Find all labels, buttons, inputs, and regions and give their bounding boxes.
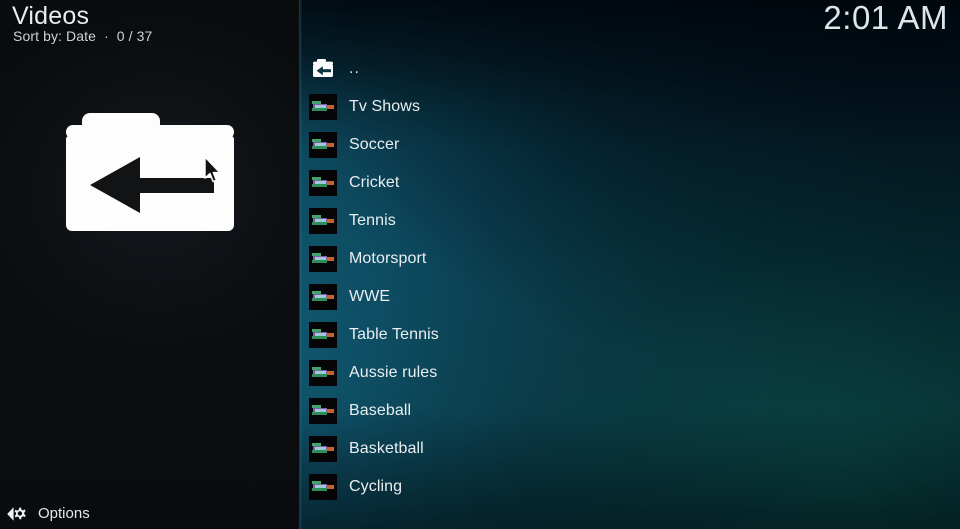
folder-thumb-icon	[309, 208, 337, 234]
list-item-label: Aussie rules	[349, 364, 438, 381]
list-item[interactable]: Soccer	[300, 126, 960, 164]
thumb-logo	[311, 443, 335, 455]
folder-thumb-icon	[309, 360, 337, 386]
list-item-label: Basketball	[349, 440, 424, 457]
folder-thumb-icon	[309, 246, 337, 272]
list-item-label: WWE	[349, 288, 391, 305]
thumb-logo	[311, 481, 335, 493]
folder-thumb-icon	[309, 132, 337, 158]
thumb-logo	[311, 291, 335, 303]
folder-thumb-icon	[309, 474, 337, 500]
folder-thumb-icon	[309, 284, 337, 310]
list-item[interactable]: Aussie rules	[300, 354, 960, 392]
thumb-logo	[311, 177, 335, 189]
arrow-shaft	[136, 178, 214, 193]
arrow-head	[90, 157, 140, 213]
parent-folder-icon	[309, 56, 337, 82]
mouse-pointer-icon	[204, 156, 221, 183]
thumb-logo	[311, 139, 335, 151]
list-item-label: Cycling	[349, 478, 403, 495]
sort-and-count-label[interactable]: Sort by: Date · 0 / 37	[13, 27, 152, 45]
options-label: Options	[38, 505, 90, 522]
back-arrow-icon	[90, 157, 214, 213]
thumb-logo	[311, 405, 335, 417]
list-item-label: Soccer	[349, 136, 400, 153]
clock: 2:01 AM	[823, 0, 948, 36]
thumb-logo	[311, 101, 335, 113]
list-item[interactable]: Motorsport	[300, 240, 960, 278]
list-item-label: Table Tennis	[349, 326, 439, 343]
thumb-logo	[311, 367, 335, 379]
list-item[interactable]: Table Tennis	[300, 316, 960, 354]
thumb-logo	[311, 329, 335, 341]
file-list[interactable]: .. Tv Shows Soccer Cricket Tennis Motors…	[300, 50, 960, 506]
list-item[interactable]: WWE	[300, 278, 960, 316]
left-info-panel	[0, 0, 300, 529]
list-item[interactable]: ..	[300, 50, 960, 88]
options-chevron-gear-icon	[7, 507, 26, 521]
list-item-label: Baseball	[349, 402, 412, 419]
kodi-videos-screen: Videos Sort by: Date · 0 / 37 Options 2:…	[0, 0, 960, 529]
list-item-label: Motorsport	[349, 250, 427, 267]
list-item[interactable]: Basketball	[300, 430, 960, 468]
list-item[interactable]: Cricket	[300, 164, 960, 202]
thumb-logo	[311, 253, 335, 265]
folder-thumb-icon	[309, 94, 337, 120]
list-item[interactable]: Baseball	[300, 392, 960, 430]
left-panel-glow	[0, 0, 300, 529]
thumb-logo	[311, 215, 335, 227]
folder-thumb-icon	[309, 322, 337, 348]
list-item-label: Tv Shows	[349, 98, 421, 115]
list-item-label: Cricket	[349, 174, 400, 191]
list-item[interactable]: Cycling	[300, 468, 960, 506]
list-item-label: Tennis	[349, 212, 396, 229]
list-item[interactable]: Tv Shows	[300, 88, 960, 126]
folder-thumb-icon	[309, 170, 337, 196]
folder-thumb-icon	[309, 398, 337, 424]
list-item[interactable]: Tennis	[300, 202, 960, 240]
folder-thumb-icon	[309, 436, 337, 462]
list-item-label: ..	[349, 60, 360, 77]
options-bar[interactable]: Options	[0, 499, 300, 529]
